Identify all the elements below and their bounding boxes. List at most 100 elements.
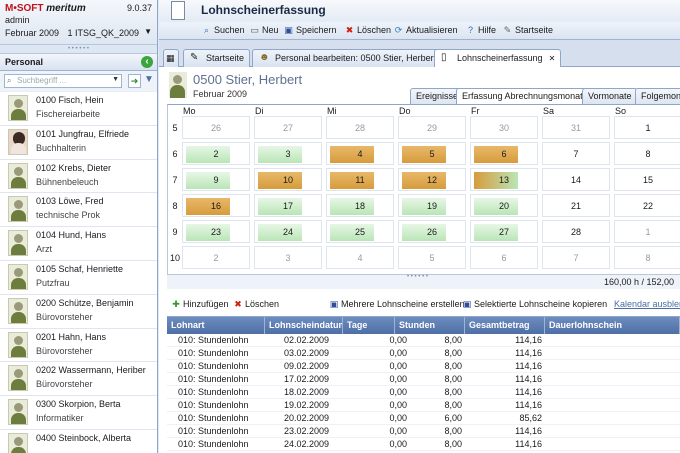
- subtab-folgemonate[interactable]: Folgemon: [635, 88, 680, 104]
- calendar-day[interactable]: 6: [470, 142, 538, 165]
- filter-icon[interactable]: ▼: [144, 74, 154, 85]
- calendar-day[interactable]: 5: [398, 246, 466, 269]
- calendar-day[interactable]: 27: [470, 220, 538, 243]
- close-icon[interactable]: ✕: [549, 54, 556, 63]
- calendar-day[interactable]: 6: [470, 246, 538, 269]
- column-header[interactable]: Dauerlohnschein: [545, 317, 680, 334]
- calendar-day[interactable]: 13: [470, 168, 538, 191]
- calendar-day[interactable]: 7: [542, 142, 610, 165]
- calendar-day[interactable]: 2: [182, 246, 250, 269]
- table-row[interactable]: 010: Stundenlohn 03.02.2009 0,00 8,00 114,16: [167, 347, 680, 360]
- calendar-day[interactable]: 30: [470, 116, 538, 139]
- search-button[interactable]: ⌕ Suchen: [201, 25, 245, 36]
- calendar-day[interactable]: 17: [254, 194, 322, 217]
- calendar-day[interactable]: 26: [182, 116, 250, 139]
- client-selector[interactable]: 1 ITSG_QK_2009: [67, 28, 139, 38]
- create-multiple-button[interactable]: ▣ Mehrere Lohnscheine erstellen: [329, 299, 465, 310]
- calendar-day[interactable]: 8: [614, 246, 680, 269]
- search-go-button[interactable]: ➜: [128, 74, 141, 88]
- table-row[interactable]: 010: Stundenlohn 17.02.2009 0,00 8,00 114,16: [167, 373, 680, 386]
- calendar-day[interactable]: 7: [542, 246, 610, 269]
- list-item[interactable]: 0300 Skorpion, Berta Informatiker: [0, 396, 157, 430]
- day-number: 18: [354, 201, 365, 211]
- subtab-erfassung[interactable]: Erfassung Abrechnungsmonat: [456, 88, 589, 104]
- list-item[interactable]: 0102 Krebs, Dieter Bühnenbeleuch: [0, 160, 157, 194]
- tab-personal-bearbeiten[interactable]: ☻ Personal bearbeiten: 0500 Stier, Herber…: [252, 49, 443, 67]
- calendar-day[interactable]: 15: [614, 168, 680, 191]
- calendar-day[interactable]: 3: [254, 246, 322, 269]
- calendar-day[interactable]: 1: [614, 220, 680, 243]
- list-item[interactable]: 0200 Schütze, Benjamin Bürovorsteher: [0, 295, 157, 329]
- calendar-day[interactable]: 5: [398, 142, 466, 165]
- list-item[interactable]: 0105 Schaf, Henriette Putzfrau: [0, 261, 157, 295]
- calendar-day[interactable]: 26: [398, 220, 466, 243]
- calendar-day[interactable]: 31: [542, 116, 610, 139]
- calendar-day[interactable]: 2: [182, 142, 250, 165]
- list-item[interactable]: 0103 Löwe, Fred technische Prok: [0, 193, 157, 228]
- splitter-grip[interactable]: • • • • • •: [0, 45, 157, 54]
- table-row[interactable]: 010: Stundenlohn 19.02.2009 0,00 8,00 114,16: [167, 399, 680, 412]
- table-row[interactable]: 010: Stundenlohn 18.02.2009 0,00 8,00 114,16: [167, 386, 680, 399]
- copy-selected-button[interactable]: ▣ Selektierte Lohnscheine kopieren: [462, 299, 607, 310]
- hide-calendar-link[interactable]: Kalendar ausblend: [614, 299, 680, 309]
- save-button[interactable]: ▣ Speichern: [283, 25, 336, 36]
- list-item[interactable]: 0104 Hund, Hans Arzt: [0, 227, 157, 261]
- calendar-day[interactable]: 28: [326, 116, 394, 139]
- chevron-down-icon[interactable]: ▼: [112, 76, 119, 83]
- calendar-day[interactable]: 24: [254, 220, 322, 243]
- calendar-day[interactable]: 9: [182, 168, 250, 191]
- tab-lohnscheinerfassung[interactable]: ▯ Lohnscheinerfassung ✕: [434, 49, 562, 68]
- collapse-icon[interactable]: ‹: [141, 56, 153, 68]
- list-item[interactable]: 0100 Fisch, Hein Fischereiarbeite: [0, 92, 157, 126]
- column-header[interactable]: Lohnscheindatum: [265, 317, 343, 334]
- tab-grid[interactable]: ▦: [163, 49, 179, 67]
- list-item[interactable]: 0201 Hahn, Hans Bürovorsteher: [0, 329, 157, 363]
- calendar-day[interactable]: 4: [326, 246, 394, 269]
- calendar-day[interactable]: 21: [542, 194, 610, 217]
- calendar-day[interactable]: 8: [614, 142, 680, 165]
- column-header[interactable]: Gesamtbetrag: [465, 317, 545, 334]
- calendar-day[interactable]: 20: [470, 194, 538, 217]
- new-button[interactable]: ▭ Neu: [249, 25, 278, 36]
- add-button[interactable]: ✚ Hinzufügen: [171, 299, 228, 310]
- calendar-day[interactable]: 27: [254, 116, 322, 139]
- column-header[interactable]: Tage: [343, 317, 395, 334]
- calendar-day[interactable]: 28: [542, 220, 610, 243]
- delete-row-button[interactable]: ✖ Löschen: [233, 299, 279, 310]
- calendar-day[interactable]: 3: [254, 142, 322, 165]
- calendar-day[interactable]: 11: [326, 168, 394, 191]
- column-header[interactable]: Stunden: [395, 317, 465, 334]
- calendar-day[interactable]: 12: [398, 168, 466, 191]
- home-button[interactable]: ✎ Startseite: [502, 25, 553, 36]
- list-item[interactable]: 0400 Steinbock, Alberta: [0, 430, 157, 453]
- chevron-down-icon[interactable]: ▼: [144, 27, 152, 36]
- calendar-day[interactable]: 16: [182, 194, 250, 217]
- column-header[interactable]: Lohnart: [167, 317, 265, 334]
- calendar-day[interactable]: 19: [398, 194, 466, 217]
- list-item[interactable]: 0202 Wassermann, Heriber Bürovorsteher: [0, 362, 157, 397]
- list-item[interactable]: 0101 Jungfrau, Elfriede Buchhalterin: [0, 126, 157, 160]
- table-row[interactable]: 010: Stundenlohn 24.02.2009 0,00 8,00 114,16: [167, 438, 680, 451]
- table-row[interactable]: 010: Stundenlohn 20.02.2009 0,00 6,00 85,62: [167, 412, 680, 425]
- employee-role: Bürovorsteher: [36, 345, 93, 356]
- calendar-day[interactable]: 10: [254, 168, 322, 191]
- table-row[interactable]: 010: Stundenlohn 09.02.2009 0,00 8,00 114,16: [167, 360, 680, 373]
- delete-button[interactable]: ✖ Löschen: [344, 25, 391, 36]
- calendar-day[interactable]: 25: [326, 220, 394, 243]
- refresh-button[interactable]: ⟳ Aktualisieren: [393, 25, 458, 36]
- user-label: admin: [5, 15, 30, 25]
- calendar-day[interactable]: 1: [614, 116, 680, 139]
- table-row[interactable]: 010: Stundenlohn 23.02.2009 0,00 8,00 114,16: [167, 425, 680, 438]
- calendar-day[interactable]: 4: [326, 142, 394, 165]
- tab-startseite[interactable]: ✎ Startseite: [183, 49, 251, 67]
- calendar-day[interactable]: 18: [326, 194, 394, 217]
- calendar-day[interactable]: 23: [182, 220, 250, 243]
- calendar-day[interactable]: 22: [614, 194, 680, 217]
- calendar-day[interactable]: 14: [542, 168, 610, 191]
- calendar-day[interactable]: 29: [398, 116, 466, 139]
- table-row[interactable]: 010: Stundenlohn 02.02.2009 0,00 8,00 114,16: [167, 334, 680, 347]
- help-button[interactable]: ? Hilfe: [465, 25, 496, 35]
- subtab-vormonate[interactable]: Vormonate: [582, 88, 638, 104]
- splitter-grip[interactable]: • • • • • •: [407, 274, 428, 280]
- search-input[interactable]: ⌕ Suchbegriff ... ▼: [4, 74, 122, 88]
